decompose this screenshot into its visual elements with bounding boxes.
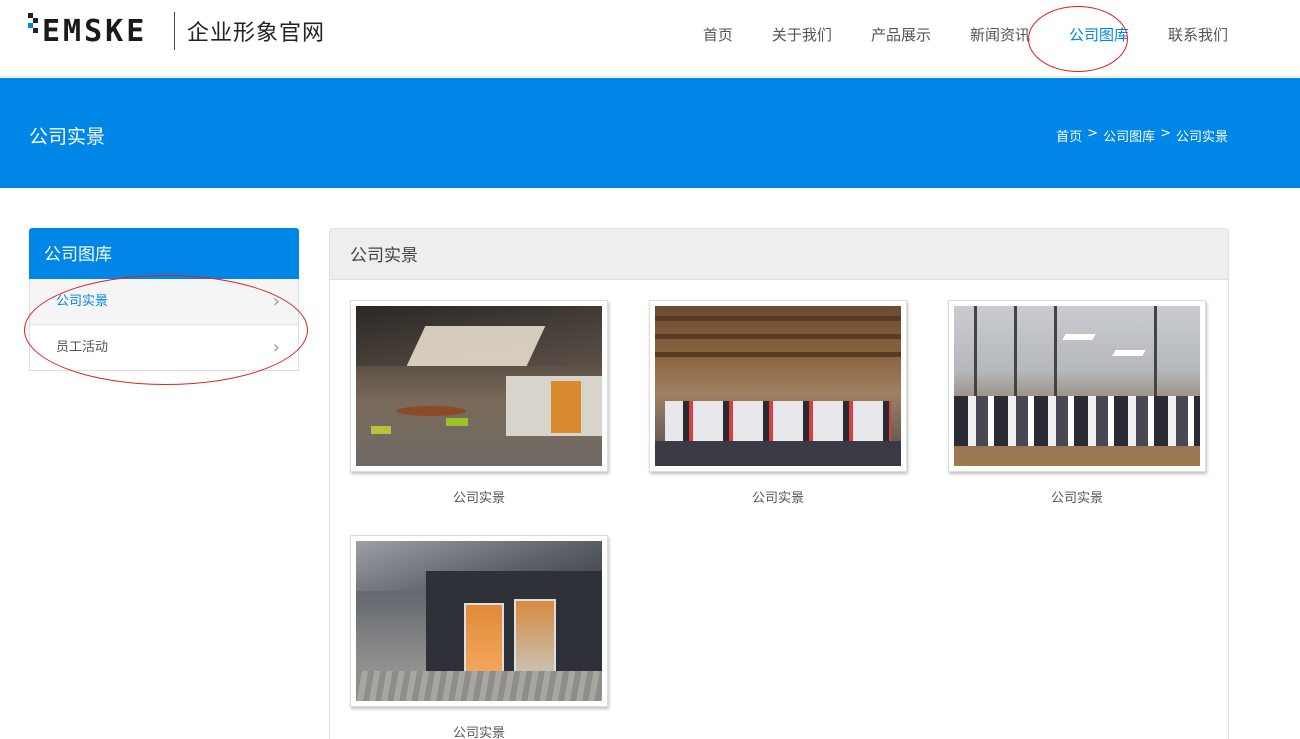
- logo-pixel: [33, 18, 38, 23]
- office-photo[interactable]: [954, 306, 1200, 466]
- breadcrumb-home[interactable]: 首页: [1056, 126, 1082, 145]
- page-title: 公司实景: [29, 126, 106, 148]
- logo-subtitle: 企业形象官网: [187, 21, 326, 46]
- breadcrumb: 首页 > 公司图库 > 公司实景: [1056, 126, 1228, 145]
- photo-detail: [514, 599, 556, 677]
- photo-detail: [655, 352, 901, 357]
- sidebar-item-label: 公司实景: [56, 294, 109, 309]
- photo-detail: [396, 406, 466, 416]
- photo-caption[interactable]: 公司实景: [649, 487, 907, 506]
- sidebar-item-label: 员工活动: [56, 340, 109, 355]
- breadcrumb-separator: >: [1160, 126, 1171, 141]
- gallery-panel: 公司实景 公司实景 公司实景 公司实景 公司实景: [329, 228, 1229, 739]
- photo-detail: [954, 396, 1200, 446]
- photo-frame[interactable]: [350, 300, 608, 472]
- photo-detail: [551, 381, 581, 433]
- chevron-right-icon: ›: [272, 291, 280, 312]
- office-photo[interactable]: [655, 306, 901, 466]
- gallery-title: 公司实景: [330, 229, 1228, 280]
- photo-frame[interactable]: [649, 300, 907, 472]
- sidebar: 公司图库 公司实景 › 员工活动 ›: [29, 228, 299, 371]
- photo-detail: [356, 671, 602, 701]
- photo-caption[interactable]: 公司实景: [350, 487, 608, 506]
- photo-caption[interactable]: 公司实景: [948, 487, 1206, 506]
- photo-detail: [1112, 350, 1146, 356]
- sidebar-item-staff-activities[interactable]: 员工活动 ›: [29, 325, 299, 371]
- nav-gallery[interactable]: 公司图库: [1069, 24, 1129, 45]
- breadcrumb-gallery[interactable]: 公司图库: [1103, 126, 1155, 145]
- photo-detail: [464, 603, 504, 673]
- photo-detail: [1062, 334, 1096, 340]
- logo-mark: EMSKE: [28, 11, 168, 51]
- photo-detail: [371, 426, 391, 434]
- logo-divider: [174, 12, 175, 50]
- gallery-card[interactable]: 公司实景: [948, 300, 1208, 506]
- nav-about[interactable]: 关于我们: [772, 24, 832, 45]
- photo-detail: [406, 326, 546, 366]
- photo-detail: [655, 441, 901, 466]
- nav-products[interactable]: 产品展示: [871, 24, 931, 45]
- main-nav: 首页 关于我们 产品展示 新闻资讯 公司图库 联系我们: [664, 0, 1228, 68]
- office-photo[interactable]: [356, 541, 602, 701]
- logo-pixel: [33, 28, 38, 33]
- sidebar-item-company-scenes[interactable]: 公司实景 ›: [29, 279, 299, 325]
- page-banner: 公司实景 首页 > 公司图库 > 公司实景: [0, 78, 1300, 188]
- breadcrumb-current[interactable]: 公司实景: [1176, 126, 1228, 145]
- gallery-card[interactable]: 公司实景: [649, 300, 909, 506]
- photo-detail: [655, 334, 901, 339]
- nav-news[interactable]: 新闻资讯: [970, 24, 1030, 45]
- site-header: EMSKE 企业形象官网 首页 关于我们 产品展示 新闻资讯 公司图库 联系我们: [0, 0, 1300, 77]
- photo-frame[interactable]: [350, 535, 608, 707]
- gallery-card[interactable]: 公司实景: [350, 535, 610, 739]
- office-photo[interactable]: [356, 306, 602, 466]
- photo-caption[interactable]: 公司实景: [350, 722, 608, 739]
- photo-detail: [655, 316, 901, 321]
- site-logo[interactable]: EMSKE 企业形象官网: [28, 10, 325, 52]
- logo-text: EMSKE: [42, 14, 148, 49]
- photo-detail: [665, 401, 891, 441]
- gallery-card[interactable]: 公司实景: [350, 300, 610, 506]
- photo-detail: [446, 418, 468, 426]
- breadcrumb-separator: >: [1087, 126, 1099, 141]
- chevron-right-icon: ›: [272, 337, 280, 358]
- nav-contact[interactable]: 联系我们: [1168, 24, 1228, 45]
- sidebar-title: 公司图库: [29, 228, 299, 279]
- nav-home[interactable]: 首页: [703, 24, 733, 45]
- photo-frame[interactable]: [948, 300, 1206, 472]
